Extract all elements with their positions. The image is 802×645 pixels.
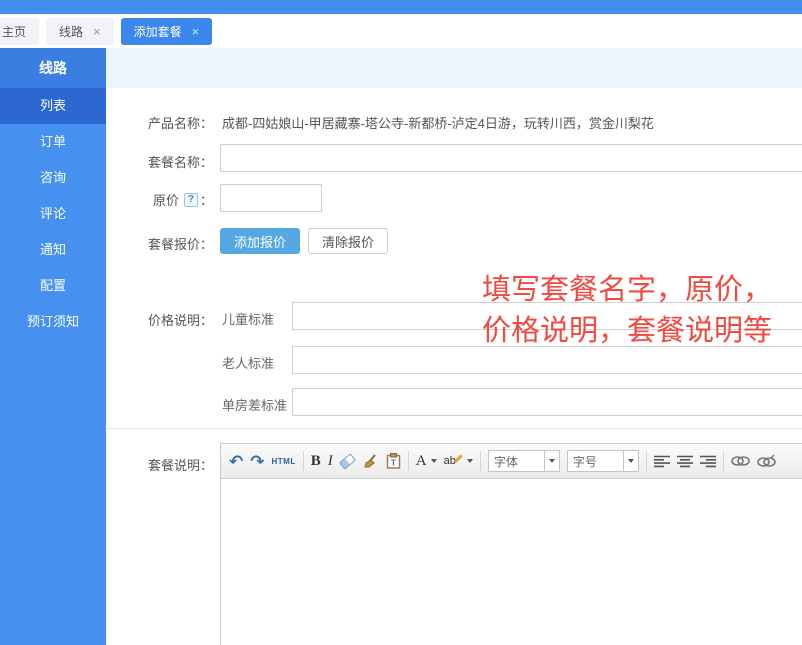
add-quote-button[interactable]: 添加报价 <box>220 228 300 254</box>
tab-add-package-label: 添加套餐 <box>134 23 182 40</box>
package-quote-buttons: 添加报价 清除报价 <box>220 228 388 254</box>
section-divider <box>106 428 802 429</box>
single-room-diff-input[interactable] <box>292 388 802 416</box>
product-name-value: 成都-四姑娘山-甲居藏寨-塔公寺-新都桥-泸定4日游，玩转川西，赏金川梨花 <box>222 113 654 132</box>
redo-icon[interactable]: ↷ <box>250 449 264 473</box>
sidebar-item-comments[interactable]: 评论 <box>0 196 106 232</box>
align-right-icon[interactable] <box>700 449 716 473</box>
rich-text-editor: ↶ ↷ HTML B I T A <box>220 443 802 645</box>
font-family-select[interactable]: 字体 <box>488 450 560 472</box>
editor-content-area[interactable] <box>221 479 802 645</box>
align-left-icon[interactable] <box>654 449 670 473</box>
chevron-down-icon <box>623 451 638 471</box>
sidebar-item-orders[interactable]: 订单 <box>0 124 106 160</box>
format-brush-icon[interactable] <box>362 449 379 473</box>
package-quote-label: 套餐报价： <box>106 234 213 253</box>
italic-button[interactable]: I <box>328 449 333 473</box>
paste-text-icon[interactable]: T <box>386 449 401 473</box>
undo-icon[interactable]: ↶ <box>229 449 243 473</box>
toolbar-separator <box>723 451 724 471</box>
sidebar-header-route[interactable]: 线路 <box>0 48 106 88</box>
insert-link-icon[interactable] <box>731 449 750 473</box>
eraser-icon[interactable] <box>340 449 355 473</box>
annotation-line-1: 填写套餐名字，原价， <box>482 270 772 311</box>
close-icon[interactable]: × <box>93 25 101 38</box>
remove-link-icon[interactable] <box>757 449 776 473</box>
toolbar-separator <box>480 451 481 471</box>
top-blue-bar <box>0 0 802 14</box>
sidebar-item-consult[interactable]: 咨询 <box>0 160 106 196</box>
toolbar-separator <box>408 451 409 471</box>
price-desc-label: 价格说明： <box>106 310 213 329</box>
help-icon[interactable]: ? <box>184 193 198 207</box>
font-color-button[interactable]: A <box>416 449 437 473</box>
chevron-down-icon <box>431 459 437 463</box>
toolbar-separator <box>303 451 304 471</box>
original-price-input[interactable] <box>220 184 322 212</box>
content-header-band <box>106 48 802 88</box>
package-desc-label: 套餐说明： <box>106 455 213 474</box>
tab-home[interactable]: 主页 <box>0 18 39 45</box>
html-source-button[interactable]: HTML <box>272 449 296 473</box>
align-center-icon[interactable] <box>677 449 693 473</box>
close-icon[interactable]: × <box>192 25 200 38</box>
package-name-label: 套餐名称： <box>106 152 213 171</box>
font-size-select[interactable]: 字号 <box>567 450 639 472</box>
tab-bar: 主页 线路 × 添加套餐 × <box>0 14 802 48</box>
tab-add-package[interactable]: 添加套餐 × <box>121 18 213 45</box>
sidebar-item-notices[interactable]: 通知 <box>0 232 106 268</box>
sidebar-item-config[interactable]: 配置 <box>0 268 106 304</box>
highlight-color-button[interactable]: ab <box>444 449 473 473</box>
sidebar-item-list[interactable]: 列表 <box>0 88 106 124</box>
single-room-diff-label: 单房差标准 <box>222 395 287 414</box>
annotation-line-2: 价格说明，套餐说明等 <box>482 311 772 352</box>
handwritten-annotation: 填写套餐名字，原价， 价格说明，套餐说明等 <box>482 270 772 352</box>
senior-standard-label: 老人标准 <box>222 353 274 372</box>
svg-text:T: T <box>391 458 397 468</box>
chevron-down-icon <box>467 459 473 463</box>
tab-route-label: 线路 <box>59 23 83 40</box>
chevron-down-icon <box>544 451 559 471</box>
tab-route[interactable]: 线路 × <box>46 18 114 45</box>
child-standard-label: 儿童标准 <box>222 309 274 328</box>
tab-home-label: 主页 <box>2 23 26 40</box>
clear-quote-button[interactable]: 清除报价 <box>308 228 388 254</box>
bold-button[interactable]: B <box>311 449 321 473</box>
sidebar: 线路 列表 订单 咨询 评论 通知 配置 预订须知 <box>0 48 106 645</box>
editor-toolbar: ↶ ↷ HTML B I T A <box>221 444 802 479</box>
product-name-label: 产品名称： <box>106 113 213 132</box>
sidebar-item-booking-notes[interactable]: 预订须知 <box>0 304 106 340</box>
toolbar-separator <box>646 451 647 471</box>
package-name-input[interactable] <box>220 144 802 172</box>
original-price-label: 原价 ? ： <box>106 190 213 209</box>
